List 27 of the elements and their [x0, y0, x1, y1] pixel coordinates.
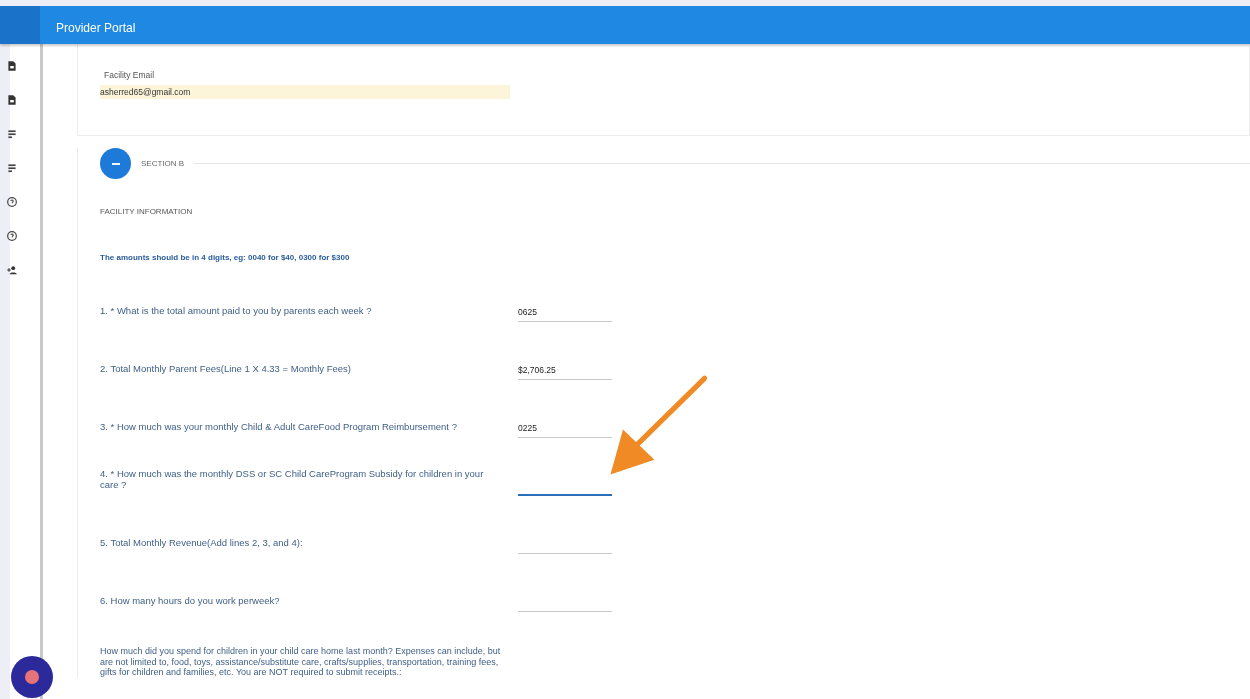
question-label: 5. Total Monthly Revenue(Add lines 2, 3, and 4):: [100, 537, 304, 550]
app-title: Provider Portal: [55, 20, 136, 35]
question-paragraph: How much did you spend for children in your child care home last month? Expenses can include, but are not limited to, food, toys, assistance/substitute care, crafts/supplies, transportation, training fees, gifts for children and families, etc. You are NOT required to submit receipts.:: [100, 646, 502, 678]
add-person-icon[interactable]: [6, 264, 18, 276]
question-label: 4. * How much was the monthly DSS or SC Child CareProgram Subsidy for children in your care ?: [100, 468, 485, 492]
document-icon[interactable]: [6, 94, 18, 106]
help-icon[interactable]: [6, 230, 18, 242]
field-label: Facility Email: [104, 70, 156, 80]
header-block: [0, 6, 40, 44]
help-icon[interactable]: [6, 196, 18, 208]
question-label: 3. * How much was your monthly Child & Adult CareFood Program Reimbursement ?: [100, 421, 458, 434]
document-icon[interactable]: [6, 60, 18, 72]
floating-action-button[interactable]: [11, 656, 53, 698]
list-icon[interactable]: [6, 162, 18, 174]
minus-icon: [111, 162, 120, 165]
answer-field[interactable]: 0225: [518, 423, 612, 438]
collapse-button[interactable]: [100, 148, 131, 179]
answer-field[interactable]: $2,706.25: [518, 365, 612, 380]
answer-field[interactable]: 0625: [518, 307, 612, 322]
question-label: 1. * What is the total amount paid to you by parents each week ?: [100, 305, 373, 318]
instruction-text: The amounts should be in 4 digits, eg: 0040 for $40, 0300 for $300: [100, 253, 351, 262]
list-icon[interactable]: [6, 128, 18, 140]
email-field[interactable]: asherred65@gmail.com: [100, 85, 510, 99]
question-label: 6. How many hours do you work perweek?: [100, 595, 281, 608]
question-label: 2. Total Monthly Parent Fees(Line 1 X 4.33 = Monthly Fees): [100, 363, 352, 376]
subheading: FACILITY INFORMATION: [100, 207, 194, 216]
section-title: SECTION B: [141, 159, 185, 168]
